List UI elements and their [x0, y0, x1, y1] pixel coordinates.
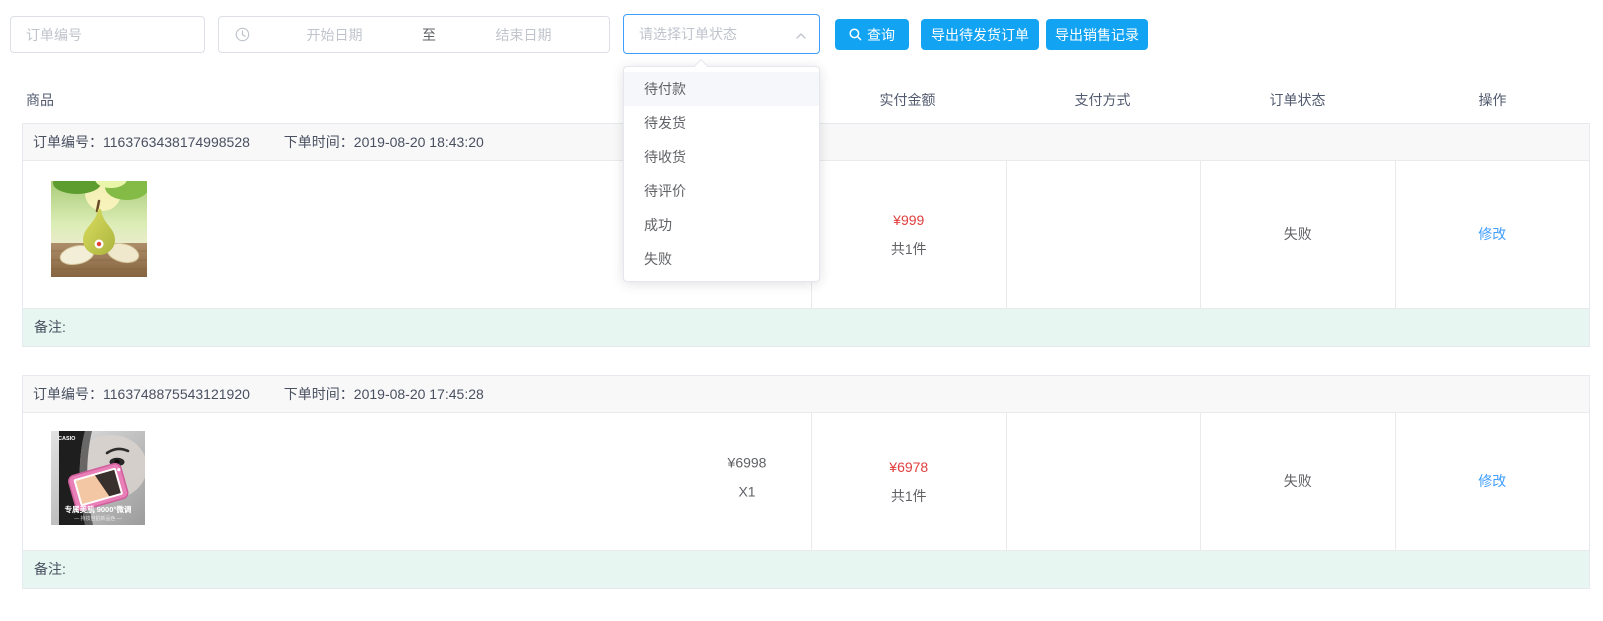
header-status: 订单状态 — [1200, 90, 1395, 110]
unit-quantity: X1 — [681, 477, 813, 506]
paid-amount: ¥6978 — [889, 453, 928, 482]
amount-cell: ¥999 共1件 — [811, 161, 1006, 308]
order-number-input[interactable] — [10, 16, 205, 53]
amount-cell: ¥6978 共1件 — [811, 413, 1006, 550]
start-date-placeholder[interactable]: 开始日期 — [257, 25, 412, 45]
payment-method-cell — [1006, 161, 1201, 308]
order-status-cell: 失败 — [1200, 161, 1395, 308]
order-time-label: 下单时间： — [284, 386, 354, 402]
order-status: 失败 — [1284, 467, 1312, 496]
status-option-pending-receipt[interactable]: 待收货 — [624, 140, 819, 174]
order-time-value: 2019-08-20 18:43:20 — [354, 134, 484, 150]
status-option-pending-review[interactable]: 待评价 — [624, 174, 819, 208]
chevron-up-icon — [795, 29, 807, 45]
payment-method-cell — [1006, 413, 1201, 550]
export-sales-records-button[interactable]: 导出销售记录 — [1046, 19, 1148, 50]
order-status-dropdown: 待付款 待发货 待收货 待评价 成功 失败 — [623, 66, 820, 282]
order-number-value: 1163763438174998528 — [103, 134, 250, 150]
status-option-pending-payment[interactable]: 待付款 — [624, 72, 819, 106]
action-cell: 修改 — [1395, 161, 1590, 308]
order-header: 订单编号：1163748875543121920 下单时间：2019-08-20… — [23, 376, 1589, 413]
order-number-value: 1163748875543121920 — [103, 386, 250, 402]
order-time-label: 下单时间： — [284, 134, 354, 150]
product-overlay-title: 专属美肌 9000°微调 — [65, 504, 132, 514]
paid-amount-count: 共1件 — [891, 482, 927, 511]
order-time-value: 2019-08-20 17:45:28 — [354, 386, 484, 402]
order-item-row: CASIO 专属美肌 9000°微调 — 持妆自拍新品色 — ¥6998 X1 … — [23, 413, 1589, 550]
date-range-picker[interactable]: 开始日期 至 结束日期 — [218, 16, 610, 53]
order-management-page: 开始日期 至 结束日期 请选择订单状态 查询 导出待发货订单 导出销售记录 商品… — [0, 0, 1603, 621]
paid-amount: ¥999 — [893, 206, 924, 235]
search-button[interactable]: 查询 — [835, 19, 909, 50]
remark-label: 备注: — [34, 561, 66, 577]
header-action: 操作 — [1395, 90, 1590, 110]
paid-amount-count: 共1件 — [891, 235, 927, 264]
product-image-camera[interactable]: CASIO 专属美肌 9000°微调 — 持妆自拍新品色 — — [51, 431, 145, 528]
order-status-cell: 失败 — [1200, 413, 1395, 550]
end-date-placeholder[interactable]: 结束日期 — [446, 25, 601, 45]
product-image-pear[interactable] — [51, 181, 147, 280]
date-range-separator: 至 — [412, 25, 446, 45]
status-option-pending-shipment[interactable]: 待发货 — [624, 106, 819, 140]
remark-row: 备注: — [23, 308, 1589, 346]
product-cell: CASIO 专属美肌 9000°微调 — 持妆自拍新品色 — ¥6998 X1 — [23, 413, 811, 550]
order-block: 订单编号：1163748875543121920 下单时间：2019-08-20… — [22, 375, 1590, 589]
unit-price: ¥6998 — [681, 448, 813, 477]
search-button-label: 查询 — [867, 25, 895, 45]
order-number-label: 订单编号： — [33, 386, 103, 402]
product-overlay-subtitle: — 持妆自拍新品色 — — [74, 515, 122, 522]
product-brand-text: CASIO — [58, 436, 76, 442]
export-pending-orders-button[interactable]: 导出待发货订单 — [921, 19, 1039, 50]
header-amount: 实付金额 — [810, 90, 1005, 110]
order-status-select[interactable]: 请选择订单状态 — [623, 14, 820, 54]
action-cell: 修改 — [1395, 413, 1590, 550]
modify-link[interactable]: 修改 — [1478, 467, 1506, 496]
order-status-placeholder: 请选择订单状态 — [639, 24, 737, 44]
header-payment: 支付方式 — [1005, 90, 1200, 110]
clock-icon — [227, 27, 257, 42]
modify-link[interactable]: 修改 — [1478, 220, 1506, 249]
status-option-success[interactable]: 成功 — [624, 208, 819, 242]
order-number-label: 订单编号： — [33, 134, 103, 150]
remark-row: 备注: — [23, 550, 1589, 588]
dropdown-arrow — [694, 59, 708, 73]
header-product: 商品 — [22, 90, 660, 110]
order-status: 失败 — [1284, 220, 1312, 249]
unit-price-block: ¥6998 X1 — [681, 448, 813, 506]
search-icon — [849, 28, 862, 41]
status-option-failed[interactable]: 失败 — [624, 242, 819, 276]
remark-label: 备注: — [34, 319, 66, 335]
